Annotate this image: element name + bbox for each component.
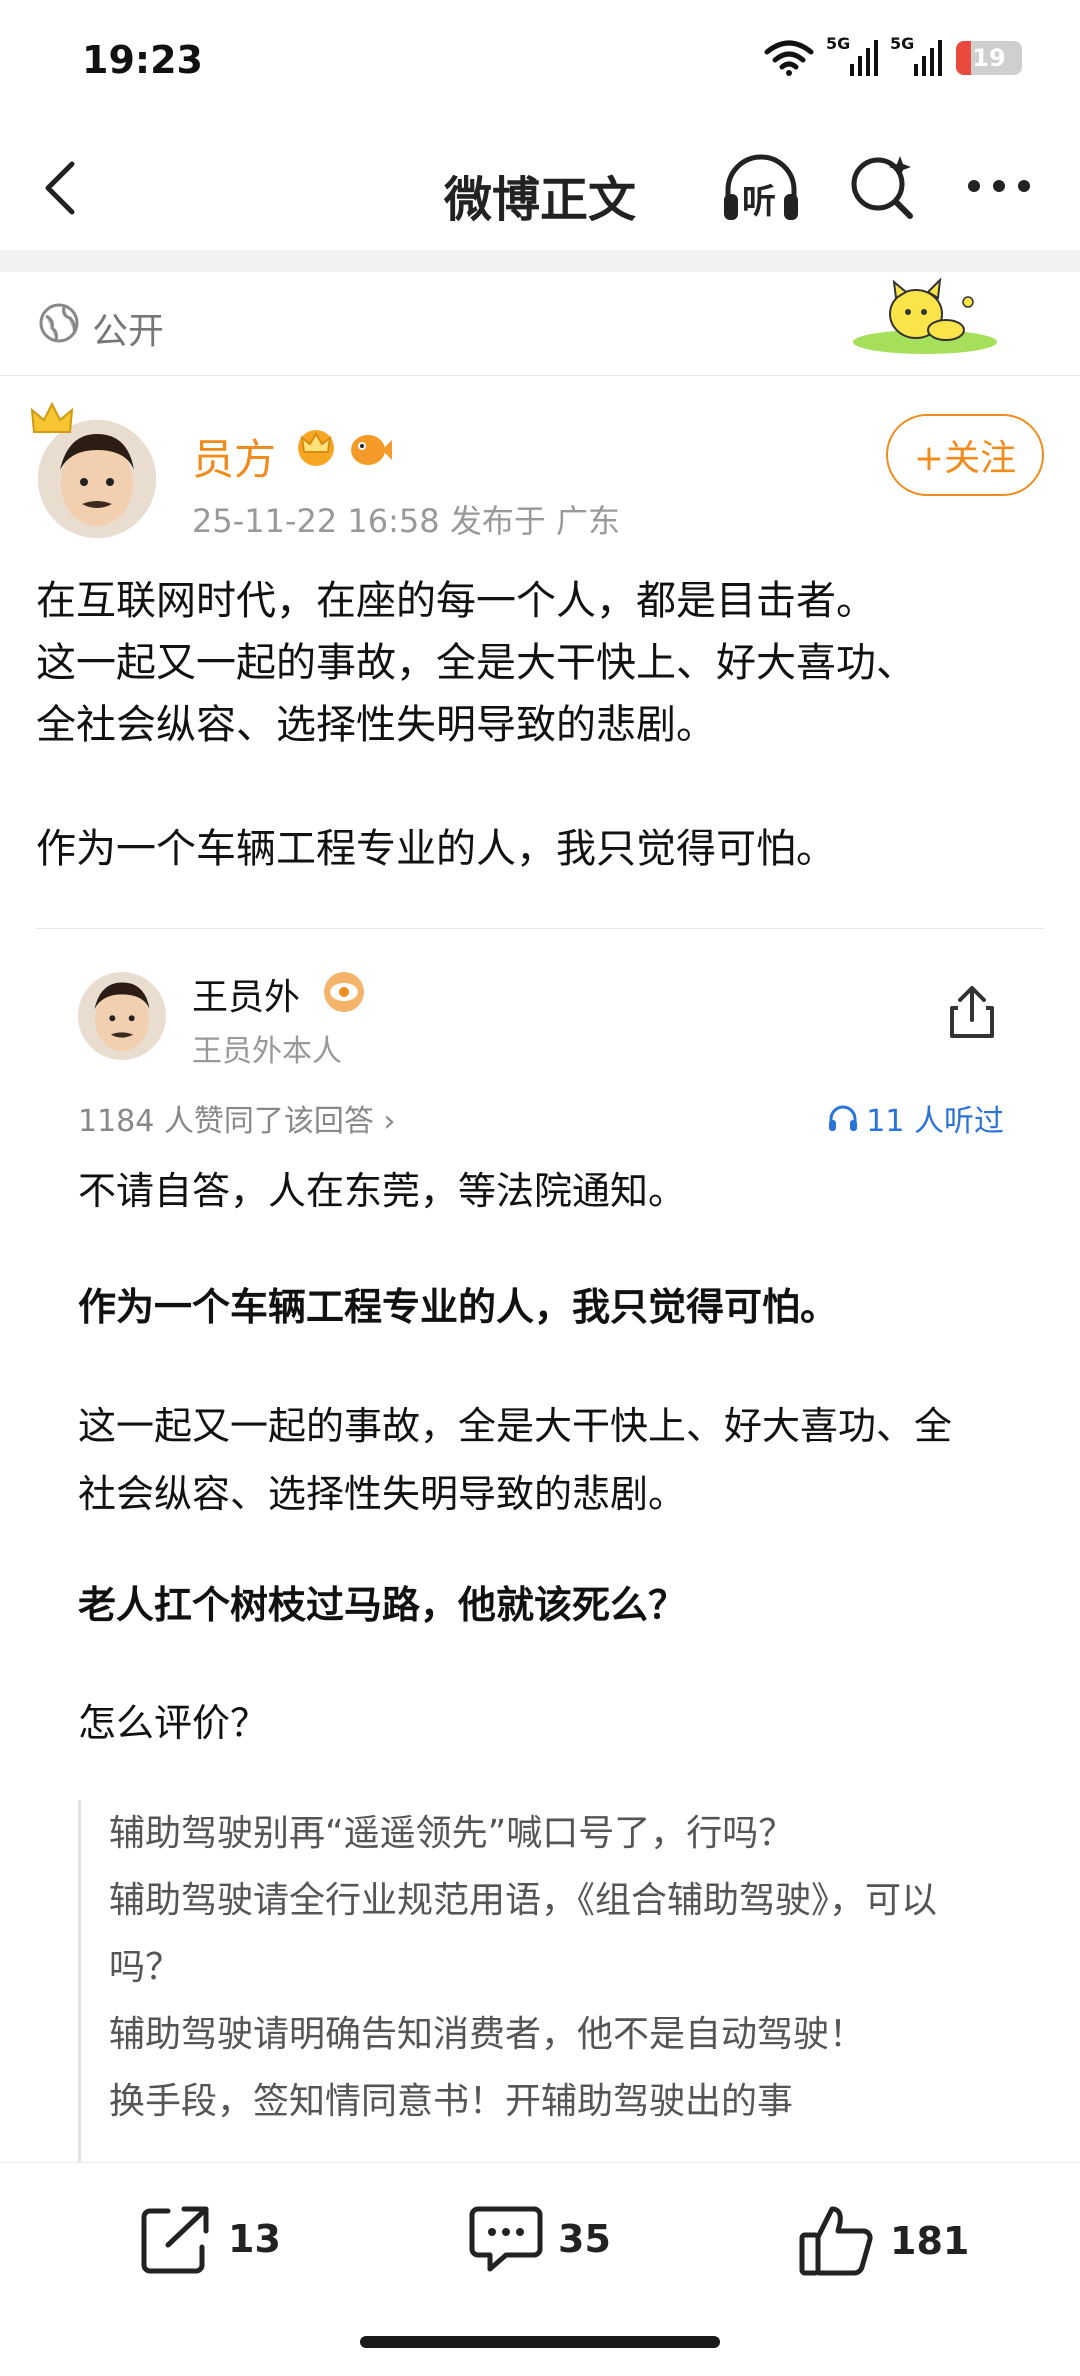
listen-label: 听 [742, 182, 776, 222]
post-meta: 25-11-22 16:58 发布于 广东 [192, 502, 620, 540]
follow-button[interactable]: +关注 [886, 414, 1044, 496]
status-icons: 5G 5G 19 [764, 34, 1022, 76]
quote-line: 辅助驾驶请明确告知消费者，他不是自动驾驶！ [109, 2014, 866, 2055]
quote-line: 换手段，签知情同意书！开辅助驾驶出的事 [109, 2081, 794, 2122]
battery-icon: 19 [956, 41, 1022, 75]
repost-button[interactable]: 13 [138, 2203, 281, 2275]
repost-count: 13 [228, 2217, 281, 2261]
post-line: 在互联网时代，在座的每一个人，都是目击者。 [36, 578, 876, 624]
status-bar: 19:23 5G 5G 19 [0, 0, 1080, 120]
quote-line: 辅助驾驶别再“遥遥领先”喊口号了，行吗？ [109, 1813, 795, 1854]
headphones-small-icon [829, 1105, 858, 1131]
post-line: 这一起又一起的事故，全是大干快上、好大喜功、 [36, 640, 916, 686]
crown-badge-icon [298, 430, 334, 466]
comment-icon [469, 2206, 543, 2272]
search-icon[interactable] [846, 150, 916, 220]
quote-line: 辅助驾驶请全行业规范用语，《组合辅助驾驶》，可以吗？ [109, 1880, 938, 1988]
globe-icon [39, 303, 79, 343]
answer-avatar[interactable] [78, 972, 166, 1060]
answer-paragraph: 不请自答，人在东莞，等法院通知。 [78, 1169, 687, 1213]
more-icon[interactable] [964, 176, 1034, 196]
pufferfish-badge-icon [351, 435, 392, 465]
eye-badge-icon [324, 972, 364, 1012]
crown-decoration-icon [30, 402, 74, 433]
post-body: 在互联网时代，在座的每一个人，都是目击者。 这一起又一起的事故，全是大干快上、好… [36, 570, 1046, 880]
status-time: 19:23 [82, 38, 203, 82]
section-divider [0, 250, 1080, 272]
answer-paragraph: 这一起又一起的事故，全是大干快上、好大喜功、全社会纵容、选择性失明导致的悲剧。 [78, 1404, 953, 1516]
like-count: 181 [890, 2219, 970, 2263]
wifi-icon [764, 40, 814, 76]
author-name[interactable]: 员方 [192, 426, 276, 487]
share-icon[interactable] [944, 984, 1000, 1040]
post-line: 全社会纵容、选择性失明导致的悲剧。 [36, 702, 716, 748]
answer-paragraph: 怎么评价？ [78, 1701, 269, 1745]
answer-blockquote: 辅助驾驶别再“遥遥领先”喊口号了，行吗？ 辅助驾驶请全行业规范用语，《组合辅助驾… [78, 1800, 978, 2162]
answer-likes-count[interactable]: 1184 人赞同了该回答 › [78, 1096, 395, 1140]
like-button[interactable]: 181 [798, 2203, 969, 2279]
signal-5g-icon-2: 5G [890, 34, 942, 76]
signal-5g-icon-1: 5G [826, 34, 878, 76]
listened-count[interactable]: 11 人听过 [828, 1096, 1004, 1140]
comment-button[interactable]: 35 [468, 2203, 611, 2275]
answer-author-name[interactable]: 王员外 [192, 968, 300, 1020]
top-nav: 微博正文 [0, 120, 1080, 250]
answer-bold-paragraph: 老人扛个树枝过马路，他就该死么？ [78, 1583, 687, 1627]
author-avatar[interactable] [38, 420, 156, 538]
divider [36, 928, 1044, 929]
listen-button[interactable]: 听 [720, 150, 802, 226]
visibility-row: 公开 [0, 272, 1080, 376]
home-indicator[interactable] [360, 2336, 720, 2348]
visibility-label: 公开 [92, 311, 165, 352]
repost-icon [141, 2206, 209, 2274]
thumbs-up-icon [799, 2206, 873, 2276]
page-title: 微博正文 [443, 172, 636, 228]
listened-label: 11 人听过 [866, 1104, 1004, 1139]
back-icon[interactable] [40, 160, 80, 216]
answer-author-subtitle: 王员外本人 [192, 1034, 342, 1069]
answer-bold-paragraph: 作为一个车辆工程专业的人，我只觉得可怕。 [78, 1285, 839, 1329]
comment-count: 35 [558, 2217, 611, 2261]
post-line: 作为一个车辆工程专业的人，我只觉得可怕。 [36, 826, 836, 872]
mascot-sticker-icon [853, 277, 997, 354]
